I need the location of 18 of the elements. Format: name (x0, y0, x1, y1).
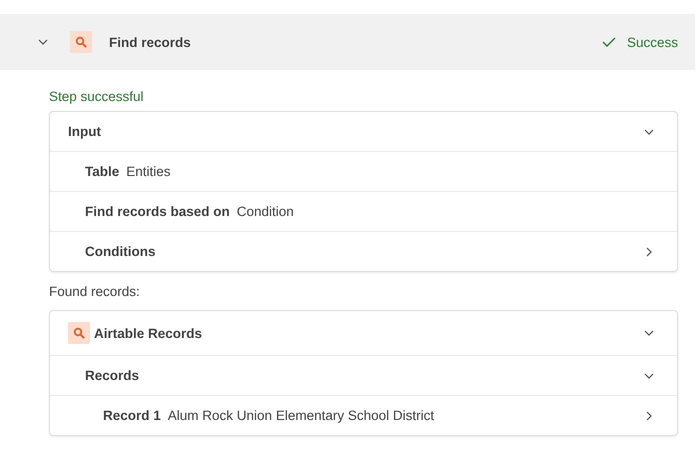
search-icon (68, 322, 90, 344)
section-title[interactable]: Input (68, 124, 101, 139)
field-label: Table (85, 164, 120, 179)
tree-item-label[interactable]: Records (85, 368, 140, 383)
group-label[interactable]: Conditions (85, 244, 156, 259)
step-title: Find records (109, 34, 192, 50)
success-message: Step successful (49, 89, 145, 104)
section-title[interactable]: Airtable Records (94, 326, 202, 340)
tree-item-value: Alum Rock Union Elementary School District (168, 408, 434, 423)
step-header[interactable]: Find records Success (0, 14, 695, 70)
field-value: Condition (236, 204, 294, 219)
section-label: Found records: (49, 284, 141, 299)
field-value: Entities (126, 164, 171, 179)
tree-item-label[interactable]: Record 1 (103, 408, 161, 423)
field-label: Find records based on (85, 204, 230, 219)
status-label: Success (626, 34, 678, 50)
search-icon (70, 31, 92, 53)
check-icon (602, 36, 616, 48)
